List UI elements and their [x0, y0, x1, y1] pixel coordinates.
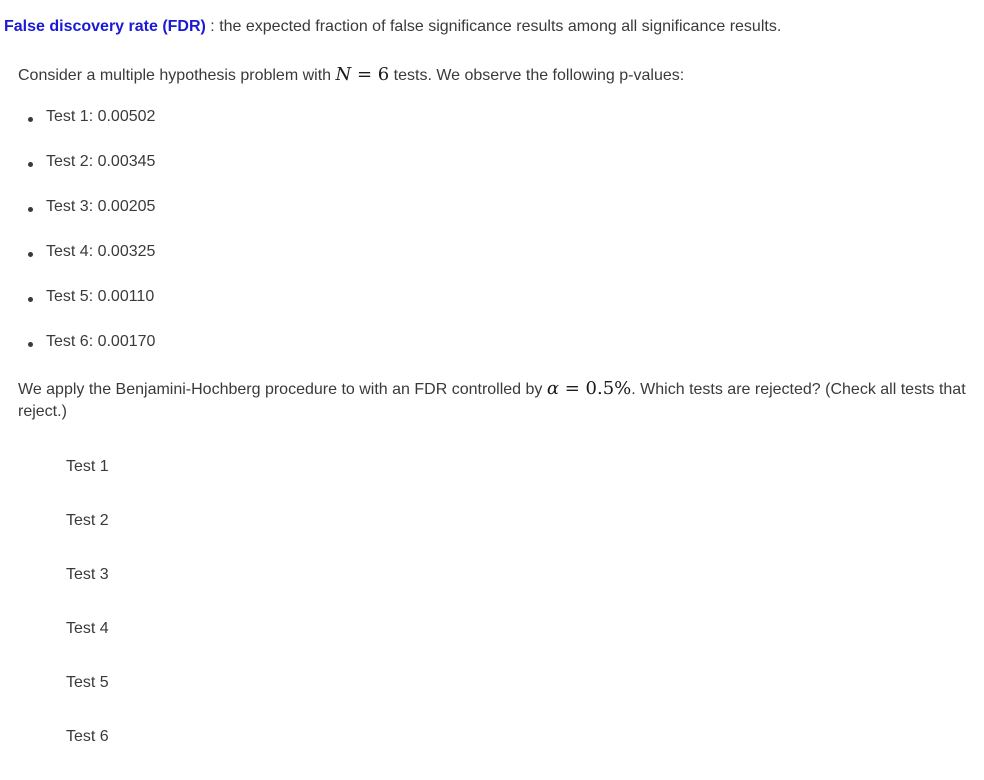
option-label[interactable]: Test 6 — [66, 726, 109, 748]
list-item: Test 1: 0.00502 — [28, 108, 155, 153]
list-item: Test 4: 0.00325 — [28, 243, 155, 288]
option-label[interactable]: Test 2 — [66, 510, 109, 532]
bullet-icon — [28, 162, 33, 167]
intro-suffix: tests. We observe the following p-values… — [389, 67, 685, 84]
bullet-icon — [28, 117, 33, 122]
definition-text: : the expected fraction of false signifi… — [205, 18, 782, 35]
option-label[interactable]: Test 1 — [66, 456, 109, 478]
intro-math-value: = 6 — [351, 64, 390, 85]
pvalue-text: Test 1: 0.00502 — [46, 108, 156, 125]
pvalue-text: Test 6: 0.00170 — [46, 333, 156, 350]
option-test-3[interactable]: Test 3 — [66, 564, 109, 618]
option-test-4[interactable]: Test 4 — [66, 618, 109, 672]
option-label[interactable]: Test 4 — [66, 618, 109, 640]
bullet-icon — [28, 342, 33, 347]
option-label[interactable]: Test 3 — [66, 564, 109, 586]
option-test-5[interactable]: Test 5 — [66, 672, 109, 726]
question-math-variable: α — [546, 378, 560, 399]
problem-intro: Consider a multiple hypothesis problem w… — [18, 64, 684, 85]
list-item: Test 5: 0.00110 — [28, 288, 155, 333]
list-item: Test 6: 0.00170 — [28, 333, 155, 378]
pvalue-text: Test 5: 0.00110 — [46, 288, 155, 305]
option-test-2[interactable]: Test 2 — [66, 510, 109, 564]
option-test-6[interactable]: Test 6 — [66, 726, 109, 780]
pvalue-text: Test 4: 0.00325 — [46, 243, 156, 260]
question-text: We apply the Benjamini-Hochberg procedur… — [18, 378, 968, 423]
pvalue-text: Test 2: 0.00345 — [46, 153, 156, 170]
bullet-icon — [28, 207, 33, 212]
bullet-icon — [28, 252, 33, 257]
intro-prefix: Consider a multiple hypothesis problem w… — [18, 67, 336, 84]
list-item: Test 3: 0.00205 — [28, 198, 155, 243]
intro-math-variable: N — [335, 64, 352, 85]
bullet-icon — [28, 297, 33, 302]
option-label[interactable]: Test 5 — [66, 672, 109, 694]
definition-term: False discovery rate (FDR) — [4, 18, 206, 35]
pvalue-list: Test 1: 0.00502 Test 2: 0.00345 Test 3: … — [28, 108, 155, 378]
list-item: Test 2: 0.00345 — [28, 153, 155, 198]
definition-line: False discovery rate (FDR) : the expecte… — [4, 18, 781, 36]
answer-options: Test 1 Test 2 Test 3 Test 4 Test 5 Test … — [66, 456, 109, 780]
pvalue-text: Test 3: 0.00205 — [46, 198, 156, 215]
option-test-1[interactable]: Test 1 — [66, 456, 109, 510]
question-prefix: We apply the Benjamini-Hochberg procedur… — [18, 381, 547, 398]
question-math-value: = 0.5% — [559, 378, 632, 399]
